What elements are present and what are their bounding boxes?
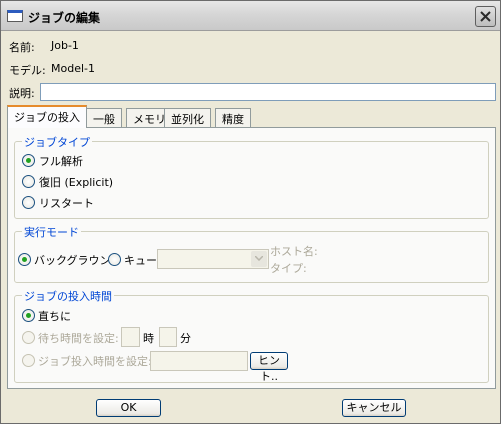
ok-button[interactable]: OK [96,399,161,417]
submit-at-time-radio[interactable] [22,354,35,367]
submit-at-time-input[interactable] [150,351,248,371]
close-button[interactable] [475,6,496,27]
tab-parallelization[interactable]: 並列化 [164,108,211,127]
submit-immediately-radio[interactable] [22,309,35,322]
description-label: 説明: [9,87,35,100]
queue-type-label: タイプ: [270,262,307,275]
cancel-button-label: キャンセル [346,401,402,414]
model-value: Model-1 [51,62,95,75]
tab-label: 一般 [93,113,115,126]
edit-job-dialog: ジョブの編集 名前: Job-1 モデル: Model-1 説明: ジョブの投入… [0,0,501,424]
job-type-title: ジョブタイプ [22,134,92,150]
run-mode-queue-radio[interactable] [108,253,121,266]
job-type-restart-label: リスタート [39,197,94,210]
submit-immediately-label: 直ちに [38,310,71,323]
description-input[interactable] [40,83,496,101]
queue-select[interactable] [157,249,269,269]
run-mode-title: 実行モード [22,224,81,240]
submit-wait-label: 待ち時間を設定: [38,332,119,345]
queue-dropdown-button[interactable] [251,251,267,267]
name-value: Job-1 [51,39,79,52]
tab-label: 精度 [222,113,244,126]
ok-button-label: OK [120,401,137,414]
model-label: モデル: [9,64,46,77]
hint-button[interactable]: ヒント.. [250,352,288,383]
tab-label: ジョブの投入 [14,111,80,124]
host-name-label: ホスト名: [270,245,318,258]
job-type-recover-radio[interactable] [22,175,35,188]
tab-label: 並列化 [171,113,204,126]
chevron-down-icon [255,256,263,261]
hours-unit-label: 時 [143,332,154,345]
close-icon [480,11,491,22]
minutes-unit-label: 分 [180,332,191,345]
job-type-full-analysis-radio[interactable] [22,154,35,167]
wait-hours-input[interactable] [121,327,140,347]
window-title: ジョブの編集 [28,11,101,25]
tab-job-submission[interactable]: ジョブの投入 [7,105,87,128]
tab-label: メモリ [133,113,166,126]
job-type-recover-label: 復旧 (Explicit) [39,176,114,189]
name-label: 名前: [9,41,35,54]
wait-minutes-input[interactable] [159,327,177,347]
submit-at-time-label: ジョブ投入時間を設定: [38,355,152,368]
run-mode-background-radio[interactable] [18,253,31,266]
submit-time-title: ジョブの投入時間 [22,288,114,304]
submit-wait-radio[interactable] [22,331,35,344]
tab-precision[interactable]: 精度 [215,108,251,127]
job-type-full-analysis-label: フル解析 [39,155,83,168]
run-mode-queue-label: キュー: [124,254,161,267]
title-bar[interactable]: ジョブの編集 [1,1,500,31]
window-icon [7,10,23,22]
cancel-button[interactable]: キャンセル [342,399,406,417]
hint-button-label: ヒント.. [258,354,280,383]
job-type-restart-radio[interactable] [22,196,35,209]
tab-general[interactable]: 一般 [86,108,122,127]
